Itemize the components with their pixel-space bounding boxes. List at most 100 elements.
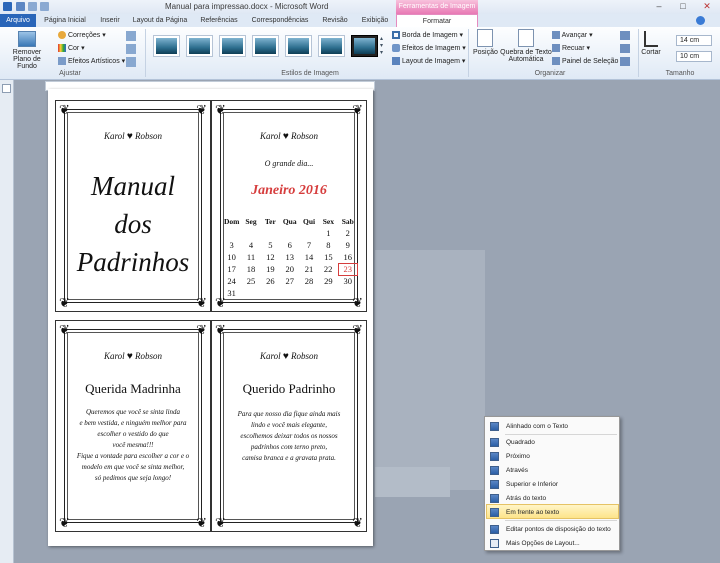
tab-page-layout[interactable]: Layout da Página <box>132 14 188 27</box>
calendar-day: 9 <box>345 240 350 250</box>
menu-item-label: Quadrado <box>506 439 535 446</box>
align-icon[interactable] <box>620 31 630 40</box>
tab-references[interactable]: Referências <box>196 14 242 27</box>
picture-style-6[interactable] <box>318 35 345 57</box>
word-logo-icon[interactable] <box>3 2 12 11</box>
picture-style-7[interactable] <box>351 35 378 57</box>
rotate-icon[interactable] <box>620 57 630 66</box>
width-input[interactable]: 10 cm <box>676 51 712 62</box>
weekday-label: Dom <box>223 216 240 226</box>
document-page[interactable]: ❦ ❦ ❦ ❦ Karol ♥ Robson Manual dos Padrin… <box>48 89 373 546</box>
save-icon[interactable] <box>16 2 25 11</box>
picture-style-4[interactable] <box>252 35 279 57</box>
monogram-right: Robson <box>135 131 163 141</box>
close-icon[interactable]: ✕ <box>696 0 718 12</box>
picture-style-1[interactable] <box>153 35 180 57</box>
calendar-day: 8 <box>326 240 331 250</box>
compress-pictures-icon[interactable] <box>126 31 136 41</box>
styles-scroll-icon[interactable]: ▴ ▾ ▾ <box>380 35 383 56</box>
tab-format[interactable]: Formatar <box>396 14 478 27</box>
picture-style-5[interactable] <box>285 35 312 57</box>
picture-layout-button[interactable]: Layout de Imagem ▾ <box>392 57 465 66</box>
crop-button[interactable]: Cortar <box>641 31 661 56</box>
body-line: escolher o vestido do que <box>97 430 169 438</box>
workspace-shadow <box>375 467 450 497</box>
menu-item-more-layout[interactable]: Mais Opções de Layout... <box>486 535 619 550</box>
tab-file[interactable]: Arquivo <box>0 14 36 27</box>
ornament-icon: ❦ <box>215 102 226 117</box>
workspace-shadow <box>375 250 485 490</box>
picture-border-button[interactable]: Borda de Imagem ▾ <box>392 31 463 40</box>
tab-view[interactable]: Exibição <box>358 14 392 27</box>
ornament-icon: ❦ <box>215 515 226 530</box>
ornament-icon: ❦ <box>215 322 226 337</box>
vertical-ruler[interactable] <box>0 80 14 563</box>
crop-icon <box>644 31 658 47</box>
artistic-effects-button[interactable]: Efeitos Artísticos ▾ <box>58 57 125 66</box>
calendar-day <box>222 227 241 239</box>
help-icon[interactable] <box>696 16 705 25</box>
calendar-day: 21 <box>304 264 314 274</box>
calendar-day: 22 <box>323 264 333 274</box>
monogram: Karol ♥ Robson <box>212 351 366 362</box>
menu-item-label: Atrás do texto <box>506 495 547 502</box>
position-label: Posição <box>473 49 498 56</box>
tab-mailings[interactable]: Correspondências <box>250 14 310 27</box>
card-madrinha[interactable]: ❦ ❦ ❦ ❦ Karol ♥ Robson Querida Madrinha … <box>55 320 211 532</box>
reset-picture-icon[interactable] <box>126 57 136 67</box>
menu-item-behind-text[interactable]: Atrás do texto <box>486 490 619 505</box>
ribbon: Remover Plano de Fundo Correções ▾ Cor ▾… <box>0 27 720 80</box>
menu-item-tight[interactable]: Próximo <box>486 448 619 463</box>
calendar-day: 31 <box>227 288 236 298</box>
undo-icon[interactable] <box>28 2 37 11</box>
color-button[interactable]: Cor ▾ <box>58 44 85 53</box>
selection-pane-button[interactable]: Painel de Seleção <box>552 57 618 65</box>
card-calendar[interactable]: ❦ ❦ ❦ ❦ Karol ♥ Robson O grande dia... J… <box>211 100 367 312</box>
tab-insert[interactable]: Inserir <box>94 14 126 27</box>
menu-item-inline[interactable]: Alinhado com o Texto <box>486 418 619 433</box>
calendar-day: 10 <box>227 252 236 262</box>
body-line: só pedimos que seja longo! <box>94 474 172 482</box>
card-manual[interactable]: ❦ ❦ ❦ ❦ Karol ♥ Robson Manual dos Padrin… <box>55 100 211 312</box>
picture-style-3[interactable] <box>219 35 246 57</box>
height-input[interactable]: 14 cm <box>676 35 712 46</box>
title-bar: Manual para impressao.docx - Microsoft W… <box>0 0 720 14</box>
redo-icon[interactable] <box>40 2 49 11</box>
manual-title: Manual dos Padrinhos <box>70 167 196 281</box>
wrap-top-bottom-icon <box>490 480 499 489</box>
monogram: Karol ♥ Robson <box>56 351 210 362</box>
wrap-text-button[interactable]: Quebra de Texto Automática <box>500 29 552 63</box>
group-separator <box>468 29 469 77</box>
picture-layout-icon <box>392 57 400 66</box>
picture-effects-label: Efeitos de Imagem <box>401 45 461 52</box>
picture-effects-button[interactable]: Efeitos de Imagem ▾ <box>392 44 466 53</box>
position-icon <box>477 29 493 47</box>
maximize-icon[interactable]: □ <box>672 0 694 12</box>
weekday-label: Ter <box>264 216 276 226</box>
calendar-day <box>241 227 260 239</box>
calendar-day: 27 <box>285 276 294 286</box>
weekday-label: Seg <box>245 216 257 226</box>
change-picture-icon[interactable] <box>126 44 136 54</box>
position-button[interactable]: Posição <box>473 29 498 56</box>
tab-review[interactable]: Revisão <box>318 14 352 27</box>
group-objects-icon[interactable] <box>620 44 630 53</box>
menu-item-label: Editar pontos de disposição do texto <box>506 526 611 533</box>
picture-style-2[interactable] <box>186 35 213 57</box>
wrap-square-icon <box>490 438 499 447</box>
menu-item-edit-wrap-points[interactable]: Editar pontos de disposição do texto <box>486 521 619 536</box>
menu-item-square[interactable]: Quadrado <box>486 434 619 449</box>
tab-selector[interactable] <box>2 84 11 93</box>
minimize-icon[interactable]: – <box>648 0 670 12</box>
calendar-day: 18 <box>246 264 256 274</box>
menu-item-top-bottom[interactable]: Superior e Inferior <box>486 476 619 491</box>
bring-forward-button[interactable]: Avançar ▾ <box>552 31 593 40</box>
send-backward-button[interactable]: Recuar ▾ <box>552 44 590 53</box>
card-padrinho[interactable]: ❦ ❦ ❦ ❦ Karol ♥ Robson Querido Padrinho … <box>211 320 367 532</box>
menu-item-through[interactable]: Através <box>486 462 619 477</box>
menu-item-in-front-of-text[interactable]: Em frente ao texto <box>486 504 619 519</box>
tab-home[interactable]: Página Inicial <box>42 14 88 27</box>
monogram: Karol ♥ Robson <box>56 131 210 142</box>
remove-background-button[interactable]: Remover Plano de Fundo <box>4 31 50 70</box>
corrections-button[interactable]: Correções ▾ <box>58 31 106 40</box>
